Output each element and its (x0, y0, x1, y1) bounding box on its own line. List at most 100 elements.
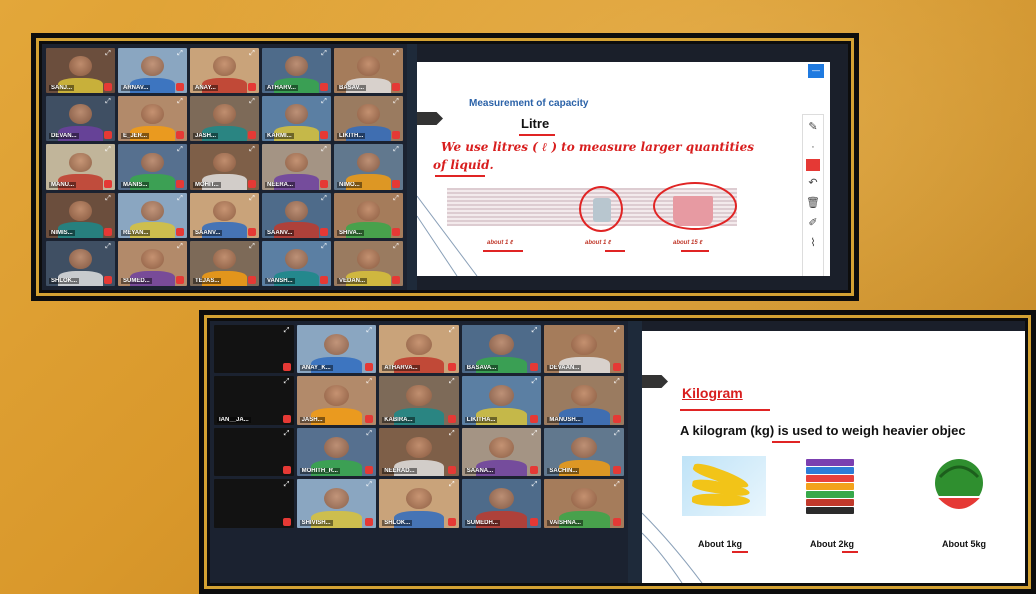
participant-tile[interactable]: ⤢ ATHARV... (262, 48, 331, 94)
expand-icon[interactable]: ⤢ (365, 430, 373, 438)
mic-muted-icon[interactable] (447, 363, 456, 372)
slide-corner-button[interactable]: — (808, 64, 824, 78)
expand-icon[interactable]: ⤢ (392, 98, 400, 106)
participant-tile[interactable]: ⤢ MOHIT... (190, 144, 259, 190)
mic-muted-icon[interactable] (104, 131, 112, 140)
pencil-icon[interactable]: ✎ (805, 119, 821, 135)
participant-tile[interactable]: ⤢ SANJ... (46, 48, 115, 94)
participant-tile[interactable]: ⤢ NIMIS... (46, 192, 115, 238)
participant-tile[interactable]: ⤢ IAN__JA... (214, 376, 294, 425)
undo-icon[interactable]: ↶ (805, 175, 821, 191)
participant-tile[interactable]: ⤢ (214, 479, 294, 528)
participant-tile[interactable]: ⤢ SHLOK... (379, 479, 459, 528)
participant-tile[interactable]: ⤢ BASAVA... (461, 325, 542, 374)
mic-muted-icon[interactable] (248, 179, 256, 188)
mic-muted-icon[interactable] (320, 227, 328, 236)
expand-icon[interactable]: ⤢ (104, 195, 112, 203)
expand-icon[interactable]: ⤢ (530, 327, 538, 335)
mic-muted-icon[interactable] (282, 517, 291, 526)
mic-muted-icon[interactable] (248, 227, 256, 236)
expand-icon[interactable]: ⤢ (448, 378, 456, 386)
mic-muted-icon[interactable] (530, 414, 539, 423)
participant-tile[interactable]: ⤢ E_JER... (118, 96, 187, 142)
participant-tile[interactable]: ⤢ ANAY... (190, 48, 259, 94)
expand-icon[interactable]: ⤢ (248, 50, 256, 58)
expand-icon[interactable]: ⤢ (176, 243, 184, 251)
mic-muted-icon[interactable] (365, 517, 374, 526)
mic-muted-icon[interactable] (447, 414, 456, 423)
mic-muted-icon[interactable] (392, 276, 400, 284)
mic-muted-icon[interactable] (612, 517, 621, 526)
participant-tile[interactable]: ⤢ (214, 325, 294, 374)
mic-muted-icon[interactable] (176, 276, 184, 284)
expand-icon[interactable]: ⤢ (530, 378, 538, 386)
expand-icon[interactable]: ⤢ (320, 98, 328, 106)
expand-icon[interactable]: ⤢ (176, 146, 184, 154)
expand-icon[interactable]: ⤢ (613, 430, 621, 438)
mic-muted-icon[interactable] (365, 466, 374, 475)
participant-tile[interactable]: ⤢ SHLOK... (46, 240, 115, 286)
expand-icon[interactable]: ⤢ (248, 146, 256, 154)
expand-icon[interactable]: ⤢ (176, 50, 184, 58)
expand-icon[interactable]: ⤢ (320, 146, 328, 154)
participant-tile[interactable]: ⤢ VANSH... (262, 240, 331, 286)
expand-icon[interactable]: ⤢ (448, 430, 456, 438)
mic-muted-icon[interactable] (530, 517, 539, 526)
participant-tile[interactable]: ⤢ SACHIN... (544, 427, 624, 477)
expand-icon[interactable]: ⤢ (530, 481, 538, 489)
pen-icon[interactable]: ✐ (805, 215, 821, 231)
expand-icon[interactable]: ⤢ (448, 481, 456, 489)
expand-icon[interactable]: ⤢ (283, 481, 291, 489)
participant-tile[interactable]: ⤢ ANAY_K... (296, 325, 377, 374)
expand-icon[interactable]: ⤢ (176, 98, 184, 106)
mic-muted-icon[interactable] (248, 83, 256, 92)
mic-muted-icon[interactable] (530, 466, 539, 475)
participant-tile[interactable]: ⤢ REYAN... (118, 192, 187, 238)
expand-icon[interactable]: ⤢ (283, 378, 291, 386)
participant-tile[interactable]: ⤢ MANIS... (118, 144, 187, 190)
mic-muted-icon[interactable] (530, 363, 539, 372)
mic-muted-icon[interactable] (447, 466, 456, 475)
expand-icon[interactable]: ⤢ (248, 243, 256, 251)
participant-tile[interactable]: ⤢ (214, 427, 294, 477)
participant-tile[interactable]: ⤢ NEERA... (262, 144, 331, 190)
participant-tile[interactable]: ⤢ LIKITHA... (461, 376, 542, 425)
participant-tile[interactable]: ⤢ NEERAD... (379, 427, 459, 477)
mic-muted-icon[interactable] (320, 179, 328, 188)
mic-muted-icon[interactable] (248, 131, 256, 140)
participant-tile[interactable]: ⤢ KARMI... (262, 96, 331, 142)
expand-icon[interactable]: ⤢ (365, 481, 373, 489)
participant-tile[interactable]: ⤢ DEVAAN... (544, 325, 624, 374)
expand-icon[interactable]: ⤢ (283, 327, 291, 335)
expand-icon[interactable]: ⤢ (392, 146, 400, 154)
mic-muted-icon[interactable] (365, 363, 374, 372)
expand-icon[interactable]: ⤢ (613, 481, 621, 489)
mic-muted-icon[interactable] (104, 179, 112, 188)
mic-muted-icon[interactable] (392, 131, 400, 140)
expand-icon[interactable]: ⤢ (365, 327, 373, 335)
mic-muted-icon[interactable] (447, 517, 456, 526)
mic-muted-icon[interactable] (320, 276, 328, 284)
mic-muted-icon[interactable] (392, 227, 400, 236)
participant-tile[interactable]: ⤢ ATHARVA... (379, 325, 459, 374)
expand-icon[interactable]: ⤢ (176, 195, 184, 203)
expand-icon[interactable]: ⤢ (613, 327, 621, 335)
mic-muted-icon[interactable] (320, 131, 328, 140)
expand-icon[interactable]: ⤢ (392, 195, 400, 203)
mic-muted-icon[interactable] (104, 227, 112, 236)
mic-muted-icon[interactable] (104, 83, 112, 92)
participant-tile[interactable]: ⤢ SUMED... (118, 240, 187, 286)
mic-muted-icon[interactable] (176, 227, 184, 236)
participant-tile[interactable]: ⤢ MANU... (46, 144, 115, 190)
mic-muted-icon[interactable] (176, 179, 184, 188)
expand-icon[interactable]: ⤢ (530, 430, 538, 438)
expand-icon[interactable]: ⤢ (104, 98, 112, 106)
participant-tile[interactable]: ⤢ SAANV... (262, 192, 331, 238)
mic-muted-icon[interactable] (282, 414, 291, 423)
expand-icon[interactable]: ⤢ (104, 50, 112, 58)
participant-tile[interactable]: ⤢ SHIVA... (334, 192, 403, 238)
mic-muted-icon[interactable] (282, 466, 291, 475)
expand-icon[interactable]: ⤢ (365, 378, 373, 386)
expand-icon[interactable]: ⤢ (248, 195, 256, 203)
color-swatch-icon[interactable] (806, 159, 820, 171)
